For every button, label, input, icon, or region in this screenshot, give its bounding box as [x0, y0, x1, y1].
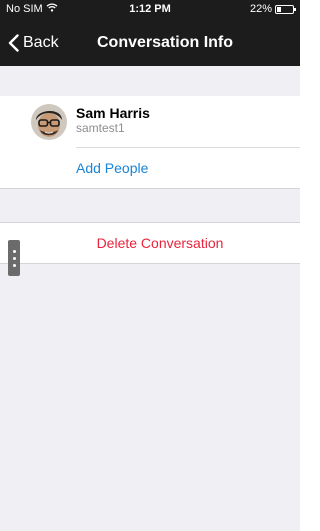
user-avatar	[31, 104, 67, 140]
chevron-left-icon	[8, 34, 19, 52]
battery-fill	[277, 6, 281, 12]
back-label: Back	[23, 34, 59, 51]
section-spacer-top	[0, 66, 300, 97]
battery-percent: 22%	[249, 3, 272, 15]
members-section: Sam Harris samtest1 Add People	[0, 96, 300, 189]
navigation-bar: Back Conversation Info	[0, 20, 300, 66]
member-row[interactable]: Sam Harris samtest1	[0, 96, 300, 147]
delete-conversation-button[interactable]: Delete Conversation	[0, 223, 300, 263]
handle-dot	[12, 256, 16, 260]
delete-conversation-row: Delete Conversation	[0, 223, 300, 264]
add-people-button[interactable]: Add People	[76, 148, 148, 188]
battery-icon	[275, 4, 296, 14]
status-bar: No SIM 1:12 PM 22%	[0, 0, 300, 20]
drag-handle[interactable]	[8, 240, 20, 276]
battery-indicator: 22%	[249, 3, 296, 15]
handle-dot	[12, 263, 16, 267]
member-name: Sam Harris	[76, 105, 150, 121]
member-username: samtest1	[76, 121, 125, 135]
back-button[interactable]: Back	[8, 20, 59, 66]
page-title: Conversation Info	[97, 34, 234, 51]
handle-dot	[12, 249, 16, 253]
conversation-info-screen: No SIM 1:12 PM 22% Back Conversation Inf…	[0, 0, 300, 531]
section-spacer-middle	[0, 189, 300, 223]
